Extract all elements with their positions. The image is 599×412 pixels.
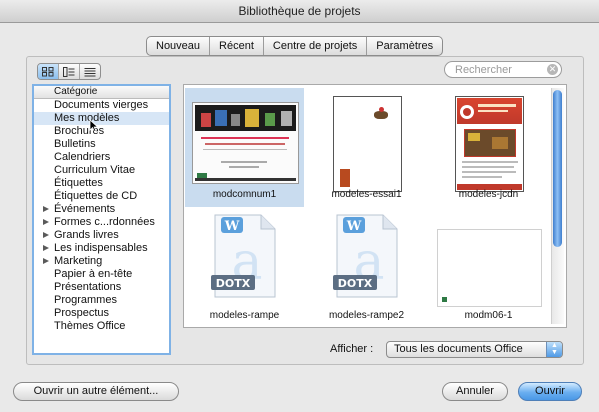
- svg-text:DOTX: DOTX: [216, 277, 251, 290]
- disclosure-triangle-icon[interactable]: [43, 206, 49, 212]
- template-name: modeles-jcdn: [458, 189, 519, 200]
- template-modeles-rampe[interactable]: W a DOTX modeles-rampe: [185, 209, 304, 327]
- category-brochures[interactable]: Brochures: [34, 125, 169, 138]
- category-programmes[interactable]: Programmes: [34, 294, 169, 307]
- word-template-document-icon: W a DOTX: [333, 214, 398, 298]
- category-bulletins[interactable]: Bulletins: [34, 138, 169, 151]
- template-name: modcomnum1: [212, 189, 277, 200]
- category-evenements[interactable]: Événements: [34, 203, 169, 216]
- template-modeles-essai1[interactable]: modeles-essai1: [307, 88, 426, 207]
- cancel-button[interactable]: Annuler: [442, 382, 508, 401]
- category-list: Catégorie Documents vierges Mes modèles …: [32, 84, 171, 355]
- category-etiquettes-de-cd[interactable]: Étiquettes de CD: [34, 190, 169, 203]
- category-mes-modeles[interactable]: Mes modèles: [34, 112, 169, 125]
- select-value: Tous les documents Office: [394, 343, 523, 355]
- category-marketing[interactable]: Marketing: [34, 255, 169, 268]
- tab-parametres[interactable]: Paramètres: [366, 37, 442, 55]
- icon-view-icon[interactable]: [38, 64, 58, 79]
- category-calendriers[interactable]: Calendriers: [34, 151, 169, 164]
- disclosure-triangle-icon[interactable]: [43, 219, 49, 225]
- clear-search-icon[interactable]: ✕: [547, 64, 558, 75]
- category-papier-a-en-tete[interactable]: Papier à en-tête: [34, 268, 169, 281]
- document-type-select[interactable]: Tous les documents Office ▲ ▼: [386, 341, 563, 358]
- svg-text:DOTX: DOTX: [338, 277, 373, 290]
- category-les-indispensables[interactable]: Les indispensables: [34, 242, 169, 255]
- category-grands-livres[interactable]: Grands livres: [34, 229, 169, 242]
- updown-arrows-icon: ▲ ▼: [546, 342, 562, 357]
- template-modm06-1[interactable]: modm06-1: [429, 209, 548, 327]
- filter-label: Afficher :: [330, 343, 374, 355]
- category-curriculum-vitae[interactable]: Curriculum Vitae: [34, 164, 169, 177]
- tab-bar: Nouveau Récent Centre de projets Paramèt…: [146, 36, 444, 56]
- landscape-page-thumbnail: [437, 229, 542, 307]
- disclosure-triangle-icon[interactable]: [43, 258, 49, 264]
- disclosure-triangle-icon[interactable]: [43, 245, 49, 251]
- template-name: modeles-rampe2: [328, 310, 405, 321]
- list-detail-view-icon[interactable]: [58, 64, 79, 79]
- mouse-pointer-icon: [89, 119, 99, 133]
- window-title: Bibliothèque de projets: [0, 0, 599, 23]
- category-documents-vierges[interactable]: Documents vierges: [34, 99, 169, 112]
- page-thumbnail: [333, 96, 402, 192]
- list-view-icon[interactable]: [79, 64, 100, 79]
- open-other-button[interactable]: Ouvrir un autre élément...: [13, 382, 179, 401]
- thumbnail-banner-graphic: [195, 105, 296, 131]
- template-name: modeles-rampe: [209, 310, 280, 321]
- tab-nouveau[interactable]: Nouveau: [147, 37, 209, 55]
- category-etiquettes[interactable]: Étiquettes: [34, 177, 169, 190]
- category-formes-coordonnees[interactable]: Formes c...rdonnées: [34, 216, 169, 229]
- template-name: modeles-essai1: [331, 189, 402, 200]
- presentation-thumbnail: [192, 102, 299, 184]
- page-thumbnail: [455, 96, 524, 192]
- search-field: ✕: [444, 61, 562, 78]
- template-gallery: modcomnum1 modeles-essai1 modeles-jcdn W…: [183, 84, 567, 328]
- tab-centre-de-projets[interactable]: Centre de projets: [262, 37, 366, 55]
- category-column-header: Catégorie: [34, 86, 169, 99]
- disclosure-triangle-icon[interactable]: [43, 232, 49, 238]
- template-name: modm06-1: [464, 310, 513, 321]
- word-template-document-icon: W a DOTX: [211, 214, 276, 298]
- template-modeles-jcdn[interactable]: modeles-jcdn: [429, 88, 548, 207]
- category-themes-office[interactable]: Thèmes Office: [34, 320, 169, 333]
- scrollbar-thumb[interactable]: [553, 90, 562, 247]
- tab-recent[interactable]: Récent: [209, 37, 263, 55]
- template-modeles-rampe2[interactable]: W a DOTX modeles-rampe2: [307, 209, 426, 327]
- view-mode-switcher: [37, 63, 101, 80]
- template-modcomnum1[interactable]: modcomnum1: [185, 88, 304, 207]
- project-gallery-window: Bibliothèque de projets Nouveau Récent C…: [0, 0, 599, 412]
- category-presentations[interactable]: Présentations: [34, 281, 169, 294]
- open-button[interactable]: Ouvrir: [518, 382, 582, 401]
- search-input[interactable]: [455, 62, 541, 77]
- gallery-scrollbar[interactable]: [551, 88, 564, 324]
- category-prospectus[interactable]: Prospectus: [34, 307, 169, 320]
